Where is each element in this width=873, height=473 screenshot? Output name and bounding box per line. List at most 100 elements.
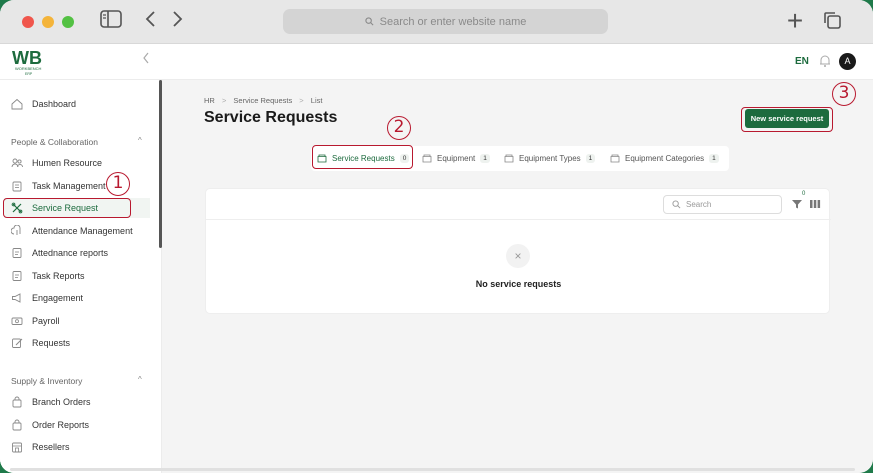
sidebar-item-branch-orders[interactable]: Branch Orders — [4, 392, 150, 412]
sidebar-item-requests[interactable]: Requests — [4, 333, 150, 353]
sidebar-item-task-reports[interactable]: Task Reports — [4, 266, 150, 286]
tab-count-badge: 1 — [585, 154, 596, 163]
breadcrumb-service-requests[interactable]: Service Requests — [233, 96, 292, 105]
edit-icon — [12, 338, 23, 348]
search-icon — [672, 200, 681, 209]
svg-text:WORKBENCH: WORKBENCH — [15, 66, 42, 71]
sidebar-item-payroll[interactable]: Payroll — [4, 311, 150, 331]
service-requests-panel: Search 0 × No service requests — [205, 188, 831, 314]
megaphone-icon — [12, 293, 21, 303]
home-icon — [11, 98, 23, 110]
tab-equipment-types[interactable]: Equipment Types 1 — [504, 146, 596, 171]
tab-equipment[interactable]: Equipment 1 — [422, 146, 490, 171]
app-topbar: WB WORKBENCH ERP EN A — [0, 44, 873, 80]
sidebar-item-label: Attednance reports — [32, 248, 109, 258]
tab-label: Equipment — [437, 154, 476, 163]
annotation-1: 1 — [106, 172, 130, 196]
filter-icon[interactable] — [791, 198, 803, 210]
sidebar-toggle-icon[interactable] — [99, 10, 123, 34]
tab-count-badge: 1 — [480, 154, 490, 163]
sidebar-item-label: Task Reports — [32, 271, 85, 281]
avatar[interactable]: A — [839, 53, 856, 70]
search-placeholder: Search — [686, 200, 712, 209]
maximize-window-button[interactable] — [62, 16, 74, 28]
sidebar-item-label: Attendance Management — [32, 226, 133, 236]
address-placeholder: Search or enter website name — [379, 15, 527, 28]
breadcrumb-hr[interactable]: HR — [204, 96, 215, 105]
sidebar-item-humen-resource[interactable]: Humen Resource — [4, 153, 150, 173]
tab-count-badge: 1 — [709, 154, 719, 163]
page-title: Service Requests — [204, 109, 338, 126]
section-label: People & Collaboration — [11, 137, 98, 147]
close-icon: × — [506, 244, 530, 268]
minimize-window-button[interactable] — [42, 16, 54, 28]
browser-titlebar: Search or enter website name + — [0, 0, 873, 44]
sidebar-item-order-reports[interactable]: Order Reports — [4, 415, 150, 435]
sidebar-item-label: Payroll — [32, 316, 60, 326]
highlight-service-request — [3, 198, 131, 218]
close-window-button[interactable] — [22, 16, 34, 28]
sidebar-item-engagement[interactable]: Engagement — [4, 288, 150, 308]
panel-toolbar: Search 0 — [206, 189, 831, 220]
chevron-up-icon: ^ — [138, 136, 142, 145]
tab-equipment-categories[interactable]: Equipment Categories 1 — [610, 146, 719, 171]
columns-icon[interactable] — [809, 198, 821, 210]
money-icon — [11, 317, 23, 325]
breadcrumb-separator: > — [221, 96, 227, 105]
folder-icon — [504, 154, 514, 163]
new-tab-icon[interactable]: + — [783, 7, 807, 35]
language-switcher[interactable]: EN — [795, 56, 809, 67]
highlight-service-requests-tab — [312, 145, 413, 169]
chevron-up-icon: ^ — [138, 375, 142, 384]
forward-icon[interactable] — [166, 10, 190, 34]
collapse-sidebar-icon[interactable] — [142, 52, 150, 67]
folder-icon — [422, 154, 432, 163]
sidebar-item-label: Requests — [32, 338, 71, 348]
tab-label: Equipment Types — [519, 154, 581, 163]
report-icon — [12, 271, 22, 281]
bag-icon — [12, 396, 22, 408]
bell-icon[interactable] — [818, 54, 832, 68]
sidebar-scrollbar[interactable] — [159, 80, 162, 248]
sidebar-item-attendance-management[interactable]: Attendance Management — [4, 221, 150, 241]
sidebar: Dashboard People & Collaboration ^ Humen… — [0, 80, 162, 473]
folder-icon — [610, 154, 620, 163]
section-supply-inventory[interactable]: Supply & Inventory ^ — [11, 375, 142, 386]
sidebar-item-label: Order Reports — [32, 420, 90, 430]
tab-overview-icon[interactable] — [820, 10, 844, 34]
workbench-logo[interactable]: WB WORKBENCH ERP — [10, 47, 56, 77]
filter-count: 0 — [802, 191, 806, 197]
sidebar-item-attednance-reports[interactable]: Attednance reports — [4, 243, 150, 263]
breadcrumb: HR > Service Requests > List — [204, 96, 322, 105]
breadcrumb-list: List — [310, 96, 323, 105]
clipboard-icon — [12, 181, 22, 192]
search-input[interactable]: Search — [663, 195, 782, 214]
sidebar-item-label: Resellers — [32, 442, 70, 452]
section-label: Supply & Inventory — [11, 376, 83, 386]
annotation-2: 2 — [387, 116, 411, 140]
horizontal-scrollbar[interactable] — [10, 468, 855, 471]
people-icon — [11, 158, 23, 168]
store-icon — [12, 442, 22, 453]
section-people-collaboration[interactable]: People & Collaboration ^ — [11, 136, 142, 147]
back-icon[interactable] — [138, 10, 162, 34]
sidebar-item-label: Engagement — [32, 293, 84, 303]
address-bar[interactable]: Search or enter website name — [283, 9, 608, 34]
svg-text:WB: WB — [12, 48, 42, 68]
sidebar-item-resellers[interactable]: Resellers — [4, 437, 150, 457]
bag-icon — [12, 419, 22, 431]
search-icon — [364, 17, 374, 26]
report-icon — [12, 248, 22, 258]
browser-window: Search or enter website name + WB WORKBE… — [0, 0, 873, 473]
sidebar-item-label: Task Management — [32, 181, 106, 191]
sidebar-item-label: Dashboard — [32, 99, 77, 109]
sidebar-item-label: Humen Resource — [32, 158, 103, 168]
highlight-new-request-button — [741, 107, 833, 132]
svg-text:ERP: ERP — [25, 72, 33, 76]
annotation-3: 3 — [832, 82, 856, 106]
breadcrumb-separator: > — [299, 96, 304, 105]
tab-label: Equipment Categories — [625, 154, 705, 163]
fingerprint-icon — [11, 225, 21, 235]
sidebar-item-dashboard[interactable]: Dashboard — [4, 94, 150, 114]
empty-state-text: No service requests — [475, 279, 562, 289]
